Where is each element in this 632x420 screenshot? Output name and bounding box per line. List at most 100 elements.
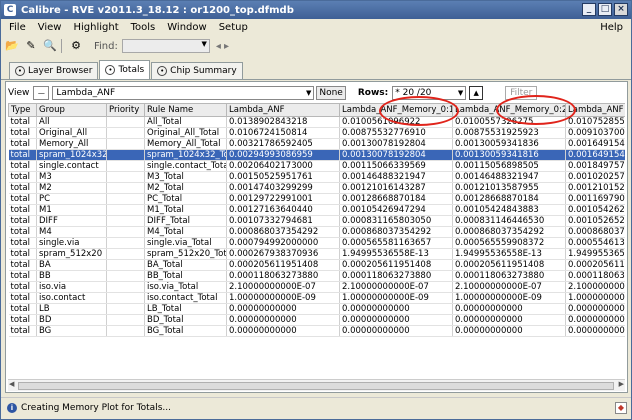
col-lambda-anf-memory-0-2-cell: 0.000205611951408 [452,259,566,271]
table-row[interactable]: total iso.via iso.via_Total 2.10000000000E-… [8,281,625,293]
edit-icon[interactable]: ✎ [23,38,39,54]
col-lambda-anf-extra-cell: 0.0005546135 [565,237,625,249]
col-rule-name-cell: Original_All_Total [144,127,227,139]
col-lambda-anf-cell: 0.00206402173000 [226,160,340,172]
col-lambda-anf-memory-0-2-cell: 0.00000000000 [452,314,566,326]
gear-icon[interactable]: ⚙ [68,38,84,54]
col-lambda-anf-memory-0-2-cell: 0.00115056898505 [452,160,566,172]
horizontal-scrollbar[interactable]: ◀ ▶ [8,379,625,391]
col-lambda-anf-extra-cell: 1.0000000000 [565,292,625,304]
col-rule-name-header[interactable]: Rule Name [144,103,227,117]
col-lambda-anf-cell: 0.00147403299299 [226,182,340,194]
col-lambda-anf-memory-0-1-cell: 0.00146488321947 [339,171,453,183]
minimize-icon[interactable]: _ [582,3,596,16]
col-lambda-anf-memory-0-1-cell: 0.00128668870184 [339,193,453,205]
col-lambda-anf-header[interactable]: Lambda_ANF [226,103,340,117]
col-group-cell: single.contact [36,160,107,172]
col-priority-cell [106,171,145,183]
warning-icon[interactable]: ◆ [615,402,627,414]
chevron-down-icon[interactable]: ▼ [201,40,206,48]
table-row[interactable]: total BA BA_Total 0.000205611951408 0.000205… [8,259,625,271]
chevron-down-icon[interactable]: ▼ [458,87,463,99]
col-lambda-anf-cell: 0.00294993086959 [226,149,340,161]
table-row[interactable]: total single.via single.via_Total 0.0007949… [8,237,625,249]
table-row[interactable]: total BG BG_Total 0.00000000000 0.0000000000… [8,325,625,337]
tab-chip-summary[interactable]: • Chip Summary [151,62,243,79]
col-rule-name-cell: BB_Total [144,270,227,282]
col-lambda-anf-memory-0-2-cell: 0.00121013587955 [452,182,566,194]
col-lambda-anf-memory-0-2-cell: 0.00875531925923 [452,127,566,139]
scrollbar-thumb[interactable] [18,382,614,390]
table-row[interactable]: totalspram_1024x32spram_1024x32_Total0.0… [8,149,625,161]
col-lambda-anf-extra-cell: 0.0002056119 [565,259,625,271]
table-row[interactable]: total PC PC_Total 0.00129722991001 0.0012866… [8,193,625,205]
table-row[interactable]: total Memory_All Memory_All_Total 0.0032178… [8,138,625,150]
menu-help[interactable]: Help [600,22,623,33]
tab-totals[interactable]: • Totals [99,60,151,79]
table-row[interactable]: total M3 M3_Total 0.00150525951761 0.0014648… [8,171,625,183]
table-row[interactable]: total M4 M4_Total 0.000868037354292 0.000868… [8,226,625,238]
menu-tools[interactable]: Tools [131,22,156,33]
col-rule-name-cell: single.contact_Total [144,160,227,172]
col-priority-cell [106,160,145,172]
scroll-right-icon[interactable]: ▶ [619,380,624,388]
table-row[interactable]: total BD BD_Total 0.00000000000 0.0000000000… [8,314,625,326]
menu-setup[interactable]: Setup [219,22,248,33]
col-lambda-anf-memory-0-2-cell: 0.00000000000 [452,303,566,315]
table-row[interactable]: total single.contact single.contact_Total 0… [8,160,625,172]
sort-up-icon[interactable]: ▲ [469,86,484,100]
menu-view[interactable]: View [38,22,62,33]
col-group-cell: M2 [36,182,107,194]
table-row[interactable]: total BB BB_Total 0.000118063273880 0.000118… [8,270,625,282]
col-rule-name-cell: M3_Total [144,171,227,183]
table-row[interactable]: total LB LB_Total 0.00000000000 0.0000000000… [8,303,625,315]
col-lambda-anf-memory-0-1-cell: 1.00000000000E-09 [339,292,453,304]
col-lambda-anf-extra-cell: 0.0000000000 [565,303,625,315]
col-priority-header[interactable]: Priority [106,103,145,117]
col-lambda-anf-memory-0-1-cell: 0.00000000000 [339,303,453,315]
chevron-down-icon[interactable]: ▼ [306,87,311,99]
find-input[interactable]: ▼ [121,39,210,53]
col-type-cell: total [8,237,37,249]
table-row[interactable]: total spram_512x20 spram_512x20_Total 0.000… [8,248,625,260]
col-group-cell: DIFF [36,215,107,227]
col-type-cell: total [8,259,37,271]
col-type-cell: total [8,138,37,150]
table-row[interactable]: total M1 M1_Total 0.00127163640440 0.0010542… [8,204,625,216]
menu-window[interactable]: Window [167,22,206,33]
col-lambda-anf-memory-0-2-cell: 1.00000000000E-09 [452,292,566,304]
view-select[interactable]: Lambda_ANF ▼ [52,86,315,100]
col-lambda-anf-cell: 1.00000000000E-09 [226,292,340,304]
tab-layer-browser[interactable]: • Layer Browser [9,62,99,79]
none-button[interactable]: None [316,86,346,100]
col-type-cell: total [8,325,37,337]
col-group-header[interactable]: Group [36,103,107,117]
col-lambda-anf-cell: 0.00127163640440 [226,204,340,216]
nav-arrows-icon[interactable]: ◂ ▸ [216,41,229,52]
tab-label: Totals [118,65,145,75]
col-priority-cell [106,226,145,238]
info-icon: i [7,402,17,413]
status-text: Creating Memory Plot for Totals... [21,402,171,413]
col-rule-name-cell: iso.via_Total [144,281,227,293]
col-type-header[interactable]: Type [8,103,37,117]
col-rule-name-cell: DIFF_Total [144,215,227,227]
scroll-left-icon[interactable]: ◀ [9,380,14,388]
table-row[interactable]: total iso.contact iso.contact_Total 1.00000… [8,292,625,304]
search-icon[interactable]: 🔍 [42,38,58,54]
maximize-icon[interactable]: □ [598,3,612,16]
table-row[interactable]: total DIFF DIFF_Total 0.00107332794681 0.000… [8,215,625,227]
col-type-cell: total [8,303,37,315]
col-lambda-anf-cell: 0.000868037354292 [226,226,340,238]
menu-highlight[interactable]: Highlight [73,22,118,33]
col-group-cell: M4 [36,226,107,238]
table-row[interactable]: total Original_All Original_All_Total 0.010… [8,127,625,139]
table-row[interactable]: total M2 M2_Total 0.00147403299299 0.0012101… [8,182,625,194]
menu-file[interactable]: File [9,22,26,33]
status-bar: i Creating Memory Plot for Totals... ◆ [1,397,631,417]
close-icon[interactable]: × [614,3,628,16]
view-toggle[interactable]: — [33,86,50,100]
col-lambda-anf-memory-0-2-cell: 0.00130059341836 [452,138,566,150]
col-lambda-anf-extra-cell: 0.0010526524 [565,215,625,227]
open-folder-icon[interactable]: 📂 [4,38,20,54]
